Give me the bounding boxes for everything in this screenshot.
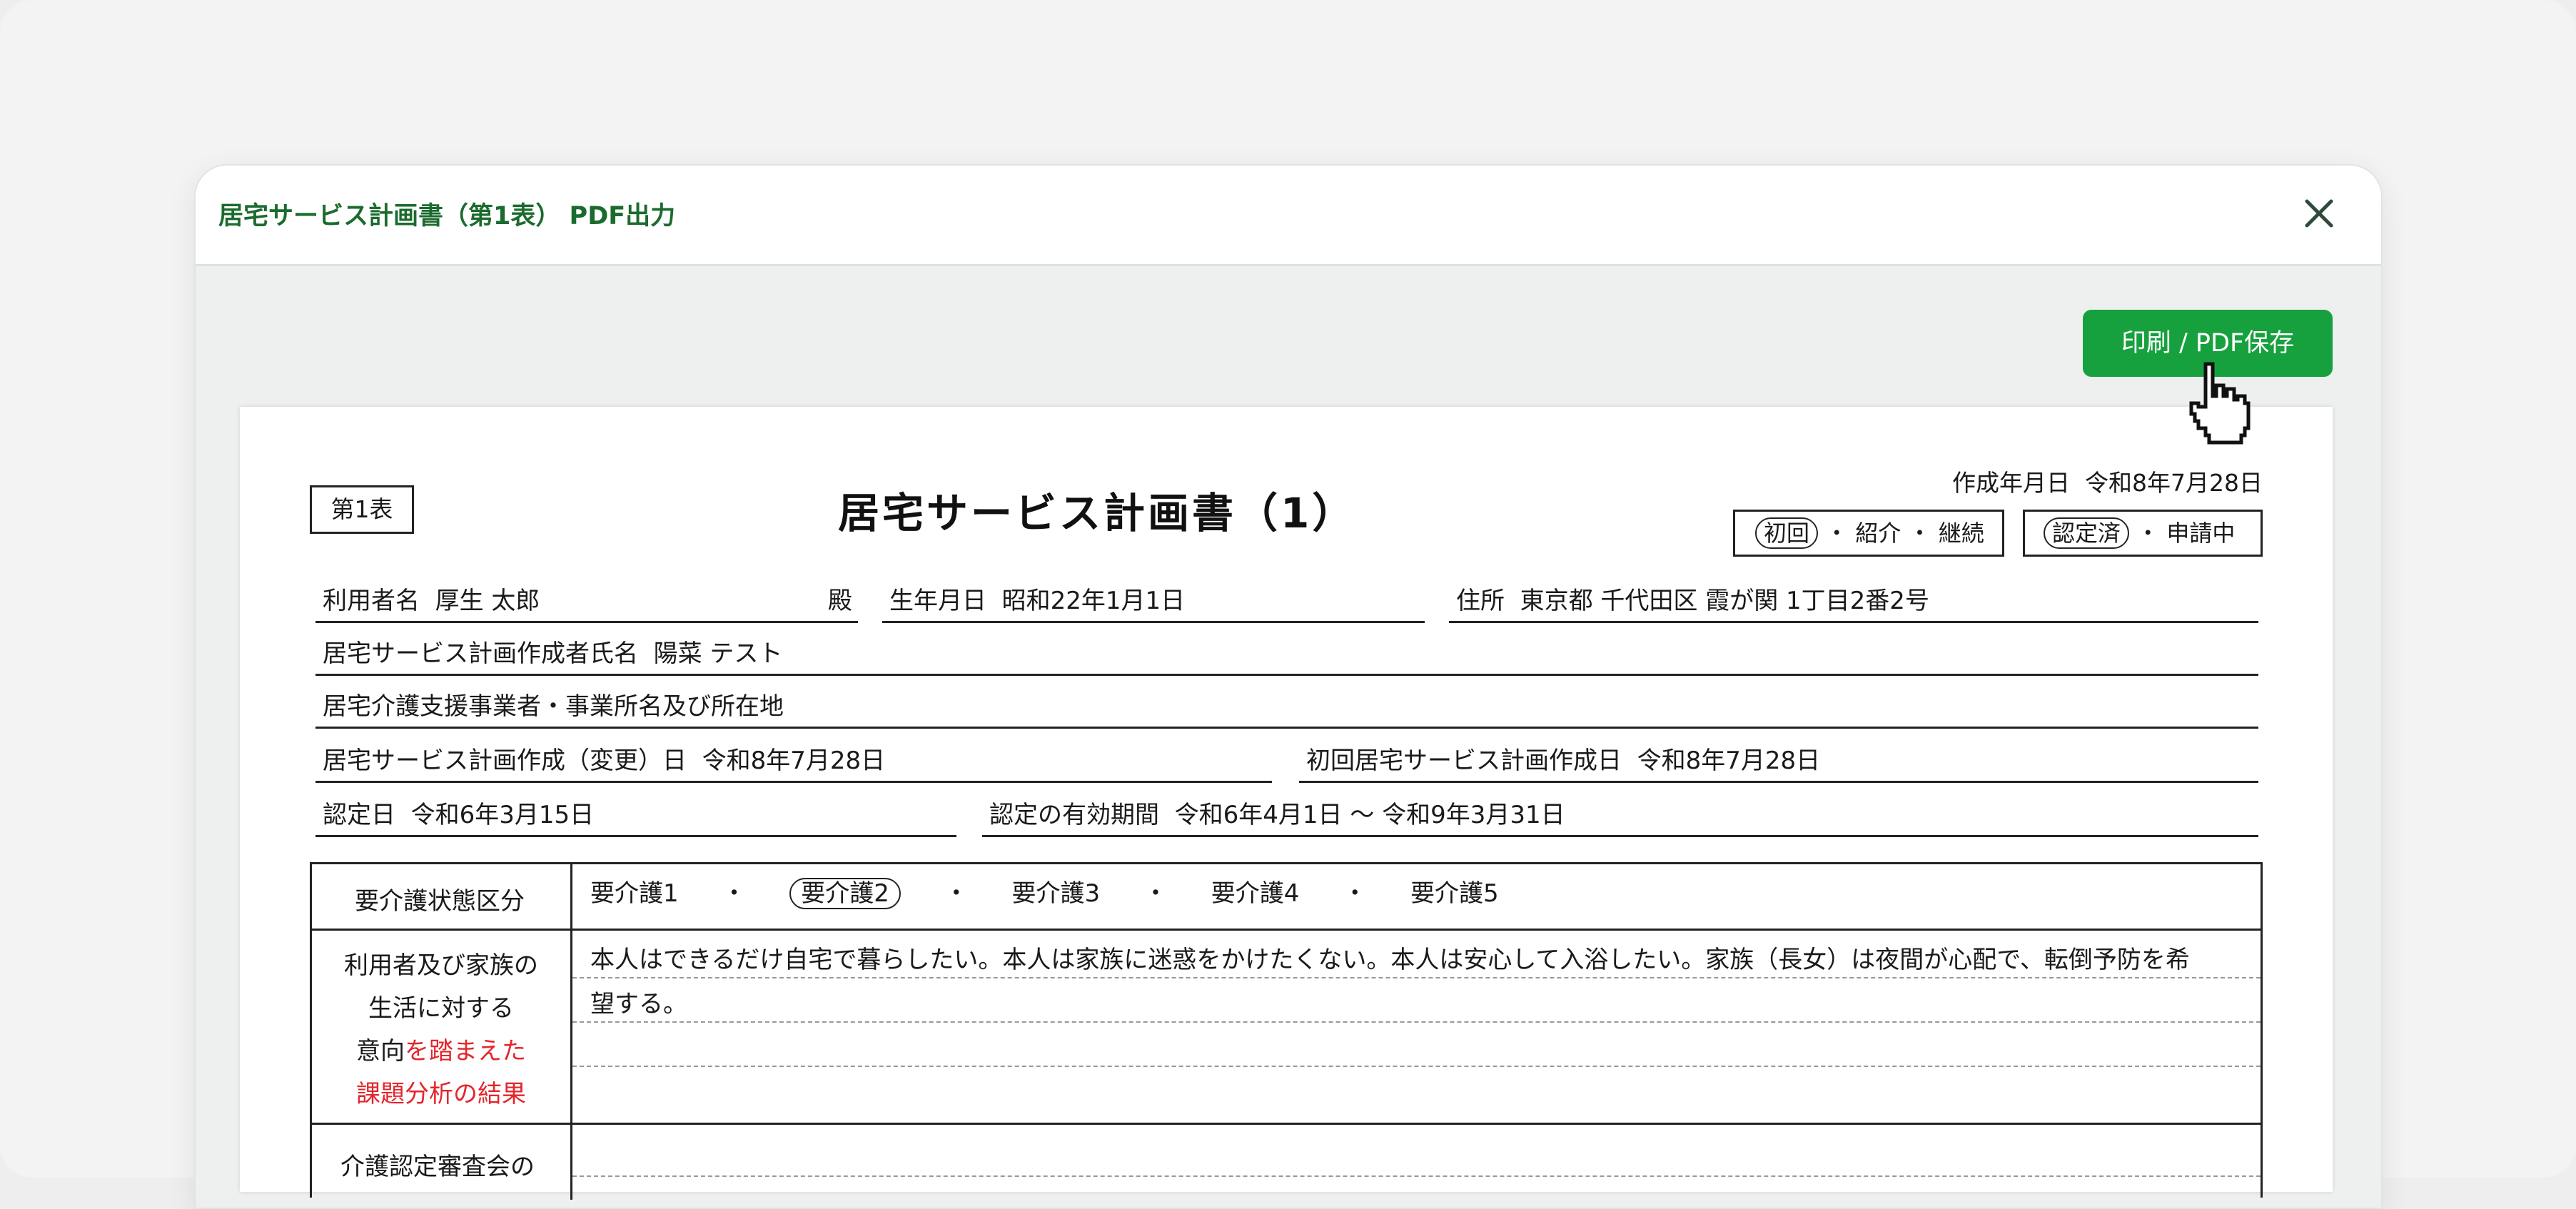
- valid-period-underline: [982, 835, 2258, 837]
- planner: 陽菜 テスト: [653, 639, 783, 668]
- separator: ・: [1143, 879, 1168, 908]
- pointer-cursor-icon: [2189, 362, 2251, 445]
- intention-text-line-2: 望する。: [590, 990, 687, 1018]
- form-number: 第1表: [310, 485, 414, 534]
- valid-period-field: 認定の有効期間 令和6年4月1日 〜 令和9年3月31日: [989, 795, 1565, 830]
- plan-type-selected: 初回: [1755, 517, 1819, 549]
- first-plan-date-underline: [1299, 781, 2258, 783]
- care-level-4: 要介護4: [1211, 879, 1300, 908]
- plan-type-rest: ・ 紹介 ・ 継続: [1825, 520, 1984, 547]
- modal-header: 居宅サービス計画書（第1表） PDF出力: [196, 166, 2381, 266]
- document-preview: 第1表 居宅サービス計画書（1） 作成年月日 令和8年7月28日 初回 ・ 紹介…: [240, 407, 2333, 1200]
- plan-table: 要介護状態区分 要介護1 ・ 要介護2 ・ 要介護3 ・ 要介護4 ・ 要介護5…: [310, 862, 2263, 1200]
- office-underline: [315, 727, 2258, 729]
- plan-date-field: 居宅サービス計画作成（変更）日 令和8年7月28日: [323, 741, 885, 776]
- user-name: 厚生 太郎: [435, 587, 540, 615]
- cert-status-selected: 認定済: [2044, 517, 2130, 549]
- care-level-2-selected: 要介護2: [789, 878, 901, 909]
- separator: ・: [944, 879, 969, 908]
- dashed-line: [572, 1021, 2261, 1023]
- office-label: 居宅介護支援事業者・事業所名及び所在地: [323, 692, 784, 721]
- first-plan-date-field: 初回居宅サービス計画作成日 令和8年7月28日: [1306, 741, 1820, 776]
- created-label: 作成年月日: [1952, 469, 2071, 497]
- birthdate-label: 生年月日: [889, 587, 986, 615]
- created-date: 作成年月日 令和8年7月28日: [1952, 464, 2263, 498]
- close-button[interactable]: [2294, 188, 2344, 238]
- user-name-field: 利用者名 厚生 太郎: [323, 581, 540, 616]
- intention-label: 利用者及び家族の 生活に対する 意向を踏まえた 課題分析の結果: [312, 944, 570, 1116]
- row-separator: [312, 929, 2261, 931]
- birthdate-underline: [882, 621, 1425, 623]
- intention-label-line-2: 生活に対する: [368, 994, 514, 1023]
- valid-period: 令和6年4月1日 〜 令和9年3月31日: [1174, 801, 1565, 829]
- separator: ・: [1343, 879, 1368, 908]
- care-level-options: 要介護1 ・ 要介護2 ・ 要介護3 ・ 要介護4 ・ 要介護5: [590, 877, 1499, 910]
- address-label: 住所: [1456, 587, 1505, 615]
- modal-title: 居宅サービス計画書（第1表） PDF出力: [218, 202, 676, 231]
- plan-date-label: 居宅サービス計画作成（変更）日: [323, 747, 687, 775]
- user-name-underline: [315, 621, 858, 623]
- created-value: 令和8年7月28日: [2085, 469, 2263, 497]
- address: 東京都 千代田区 霞が関 1丁目2番2号: [1520, 587, 1929, 615]
- cert-status-box: 認定済 ・ 申請中: [2023, 510, 2263, 557]
- intention-label-line-3b: を踏まえた: [405, 1037, 526, 1066]
- address-underline: [1449, 621, 2258, 623]
- cert-date-label: 認定日: [323, 801, 395, 829]
- user-name-label: 利用者名: [323, 587, 420, 615]
- care-level-3: 要介護3: [1011, 879, 1101, 908]
- intention-label-line-1: 利用者及び家族の: [344, 951, 538, 980]
- birthdate-field: 生年月日 昭和22年1月1日: [889, 581, 1185, 616]
- care-level-1: 要介護1: [590, 879, 679, 908]
- first-plan-date: 令和8年7月28日: [1637, 747, 1821, 775]
- honorific: 殿: [828, 587, 852, 615]
- separator: ・: [722, 879, 747, 908]
- valid-period-label: 認定の有効期間: [989, 801, 1159, 829]
- planner-underline: [315, 674, 2258, 676]
- dashed-line: [572, 1066, 2261, 1067]
- close-icon: [2305, 199, 2333, 228]
- dashed-line: [572, 1175, 2261, 1177]
- cert-date-field: 認定日 令和6年3月15日: [323, 795, 594, 830]
- care-level-label: 要介護状態区分: [355, 887, 525, 916]
- intention-label-line-3a: 意向: [356, 1037, 405, 1066]
- birthdate: 昭和22年1月1日: [1001, 587, 1186, 615]
- cert-date-underline: [315, 835, 956, 837]
- intention-label-line-4: 課題分析の結果: [356, 1080, 526, 1108]
- planner-field: 居宅サービス計画作成者氏名 陽菜 テスト: [323, 634, 782, 669]
- dashed-line: [572, 977, 2261, 978]
- cert-status-rest: ・ 申請中: [2136, 520, 2236, 547]
- table-divider: [570, 864, 572, 1200]
- plan-date-underline: [315, 781, 1272, 783]
- care-level-5: 要介護5: [1410, 879, 1499, 908]
- row-separator: [312, 1123, 2261, 1125]
- plan-type-box: 初回 ・ 紹介 ・ 継続: [1733, 510, 2004, 557]
- document-title: 居宅サービス計画書（1）: [838, 489, 1357, 537]
- intention-text-line-1: 本人はできるだけ自宅で暮らしたい。本人は家族に迷惑をかけたくない。本人は安心して…: [590, 946, 2190, 974]
- office-field: 居宅介護支援事業者・事業所名及び所在地: [323, 687, 799, 722]
- next-row-label: 介護認定審査会の: [340, 1153, 535, 1181]
- intention-label-line-3: 意向を踏まえた: [312, 1030, 570, 1073]
- first-plan-date-label: 初回居宅サービス計画作成日: [1306, 747, 1622, 775]
- cert-date: 令和6年3月15日: [410, 801, 595, 829]
- address-field: 住所 東京都 千代田区 霞が関 1丁目2番2号: [1456, 581, 1929, 616]
- planner-label: 居宅サービス計画作成者氏名: [323, 639, 638, 668]
- plan-date: 令和8年7月28日: [702, 747, 886, 775]
